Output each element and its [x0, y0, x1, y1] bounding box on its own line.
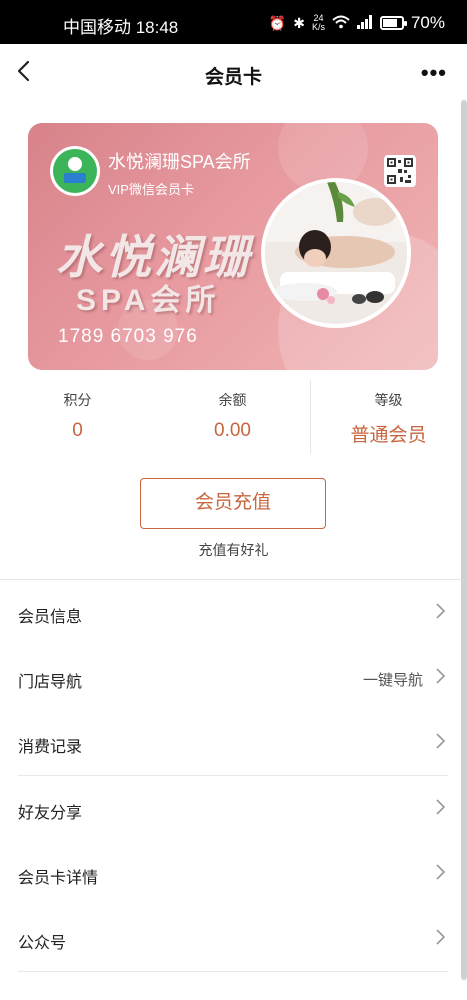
signal-icon	[356, 14, 373, 32]
chevron-right-icon	[434, 928, 446, 946]
battery-icon	[379, 16, 407, 30]
menu-item-share-friends[interactable]: 好友分享	[0, 776, 461, 841]
menu-item-label: 公众号	[18, 935, 67, 952]
chevron-right-icon	[434, 863, 446, 881]
spa-photo	[261, 178, 411, 328]
stat-label: 等级	[374, 392, 403, 408]
bluetooth-icon: ✱	[293, 14, 305, 31]
merchant-name: 水悦澜珊SPA会所	[108, 152, 251, 172]
member-card[interactable]: 水悦澜珊SPA会所 VIP微信会员卡 水悦澜珊 SPA会所 1789 6703 …	[28, 123, 438, 370]
level-stat[interactable]: 等级 普通会员	[311, 380, 466, 447]
page-title: 会员卡	[204, 67, 262, 88]
recharge-button[interactable]: 会员充值	[140, 478, 326, 529]
recharge-promo-text: 充值有好礼	[198, 542, 269, 558]
status-bar: 中国移动 18:48 ⏰ ✱ 24 K/s 70%	[0, 0, 467, 44]
chevron-right-icon	[434, 602, 446, 620]
menu-item-member-info[interactable]: 会员信息	[0, 580, 461, 645]
menu-item-label: 好友分享	[18, 805, 83, 822]
nav-bar: 会员卡 •••	[0, 44, 467, 100]
stat-label: 余额	[218, 392, 247, 408]
carrier-time: 中国移动 18:48	[63, 18, 179, 37]
menu-item-label: 会员卡详情	[18, 870, 99, 887]
net-speed: 24 K/s	[312, 14, 325, 32]
more-menu-icon[interactable]: •••	[421, 60, 447, 86]
qr-code-icon[interactable]	[384, 155, 416, 187]
stat-value: 0	[72, 420, 83, 441]
points-stat[interactable]: 积分 0	[0, 380, 155, 442]
menu-item-card-details[interactable]: 会员卡详情	[0, 841, 461, 906]
brand-subtitle: SPA会所	[76, 284, 221, 317]
stat-label: 积分	[63, 392, 92, 408]
battery-percent: 70%	[410, 13, 445, 32]
menu-item-consumption-records[interactable]: 消费记录	[0, 710, 461, 775]
merchant-logo	[50, 146, 100, 196]
menu-item-label: 门店导航	[18, 674, 83, 691]
menu-item-store-navigation[interactable]: 门店导航 一键导航	[0, 645, 461, 710]
balance-stat[interactable]: 余额 0.00	[155, 380, 310, 442]
card-number: 1789 6703 976	[58, 326, 198, 347]
alarm-icon: ⏰	[268, 14, 287, 31]
status-icons: ⏰ ✱ 24 K/s 70%	[269, 13, 445, 33]
one-click-navigation-label[interactable]: 一键导航	[363, 669, 423, 690]
chevron-right-icon	[434, 667, 446, 685]
list-divider	[18, 971, 448, 972]
menu-item-label: 消费记录	[18, 739, 83, 756]
chevron-right-icon	[434, 732, 446, 750]
net-speed-unit: K/s	[311, 22, 325, 32]
menu-item-label: 会员信息	[18, 609, 83, 626]
stat-value: 普通会员	[350, 425, 427, 446]
member-stats: 积分 0 余额 0.00 等级 普通会员	[0, 380, 467, 460]
stat-value: 0.00	[214, 420, 251, 441]
card-type: VIP微信会员卡	[108, 182, 194, 197]
menu-item-official-account[interactable]: 公众号	[0, 906, 461, 971]
chevron-right-icon	[434, 798, 446, 816]
wifi-icon	[332, 15, 350, 32]
